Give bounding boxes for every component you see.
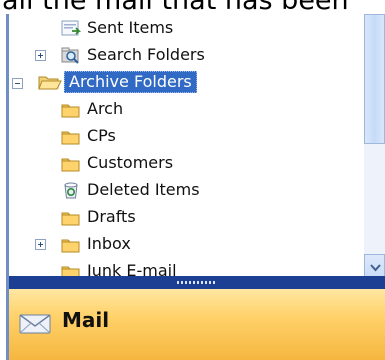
outlook-navigation-pane: Sent Items Search Folders Archive Folder… <box>6 14 385 360</box>
folder-label-selected: Archive Folders <box>64 71 197 93</box>
folder-label: Inbox <box>87 234 131 253</box>
folder-label: Sent Items <box>87 18 174 37</box>
folder-label: Arch <box>87 99 124 118</box>
scroll-thumb[interactable] <box>364 14 385 144</box>
folder-icon <box>61 212 80 226</box>
folder-icon <box>61 104 80 118</box>
nav-mail-label: Mail <box>62 308 110 332</box>
search-folder-icon <box>61 47 79 64</box>
folder-icon <box>61 131 80 145</box>
folder-tree: Sent Items Search Folders Archive Folder… <box>9 14 365 280</box>
nav-mail-button[interactable]: Mail <box>9 289 385 360</box>
mail-envelope-icon <box>19 314 51 334</box>
folder-label: Deleted Items <box>87 180 200 199</box>
open-folder-icon <box>38 76 62 90</box>
collapse-archive-folders-button[interactable] <box>12 78 23 89</box>
sent-items-icon <box>61 20 82 36</box>
folder-icon <box>61 239 80 253</box>
folder-label: Search Folders <box>87 45 205 64</box>
folder-label: CPs <box>87 126 116 145</box>
pane-splitter[interactable] <box>9 276 385 289</box>
splitter-grip[interactable] <box>177 281 217 284</box>
folder-icon <box>61 158 80 172</box>
folder-label: Customers <box>87 153 174 172</box>
recycle-bin-icon <box>64 182 78 199</box>
expand-inbox-button[interactable] <box>35 239 46 250</box>
expand-search-folders-button[interactable] <box>35 50 46 61</box>
folder-label: Drafts <box>87 207 136 226</box>
